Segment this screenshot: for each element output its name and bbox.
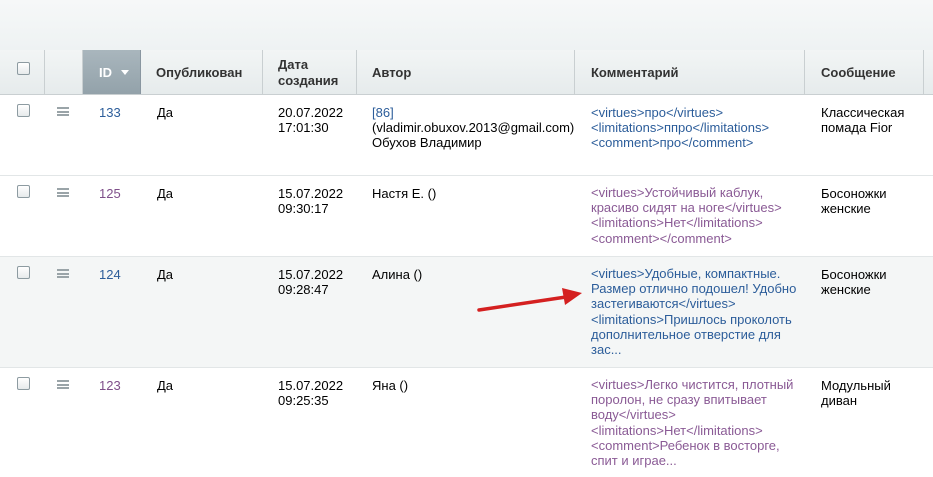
hamburger-menu-icon[interactable]	[57, 380, 69, 389]
row-author-name: Обухов Владимир	[372, 135, 482, 150]
table-row: 133 Да 20.07.2022 17:01:30 [86] (vladimi…	[0, 95, 933, 176]
column-header-comment[interactable]: Комментарий	[575, 50, 805, 94]
row-comment-link[interactable]: <virtues>Легко чистится, плотный поролон,…	[591, 377, 801, 468]
row-message: Модульный диван	[821, 378, 891, 408]
row-published: Да	[157, 186, 174, 201]
row-id-link[interactable]: 123	[99, 378, 121, 393]
row-date: 20.07.2022	[278, 105, 344, 120]
column-header-message-label: Сообщение	[821, 65, 896, 80]
column-header-published-label: Опубликован	[156, 65, 243, 80]
header-menu-cell	[45, 50, 83, 94]
row-author: Алина ()	[372, 267, 423, 282]
row-date: 15.07.2022	[278, 267, 344, 282]
row-published: Да	[157, 267, 174, 282]
hamburger-menu-icon[interactable]	[57, 188, 69, 197]
sort-desc-icon	[121, 70, 129, 75]
row-comment-link[interactable]: <virtues>Удобные, компактные. Размер отли…	[591, 266, 801, 357]
header-overflow-cell	[924, 50, 933, 94]
column-header-date[interactable]: Дата создания	[263, 50, 357, 94]
column-header-id-label: ID	[99, 65, 112, 80]
row-message: Босоножки женские	[821, 267, 887, 297]
table-row: 123 Да 15.07.2022 09:25:35 Яна () <virtu…	[0, 368, 933, 477]
row-checkbox[interactable]	[17, 104, 30, 117]
select-all-checkbox[interactable]	[17, 62, 30, 75]
column-header-author[interactable]: Автор	[357, 50, 575, 94]
toolbar	[0, 0, 933, 51]
table-header: ID Опубликован Дата создания Автор Комме…	[0, 50, 933, 95]
column-header-date-line2: создания	[278, 73, 339, 88]
row-date: 15.07.2022	[278, 378, 344, 393]
column-header-message[interactable]: Сообщение	[805, 50, 924, 94]
row-message: Классическая помада Fior	[821, 105, 905, 135]
column-header-published[interactable]: Опубликован	[141, 50, 263, 94]
column-header-date-line1: Дата	[278, 57, 309, 72]
row-checkbox[interactable]	[17, 266, 30, 279]
row-id-link[interactable]: 133	[99, 105, 121, 120]
row-message: Босоножки женские	[821, 186, 887, 216]
row-time: 09:25:35	[278, 393, 329, 408]
row-comment-link[interactable]: <virtues>Устойчивый каблук, красиво сидят…	[591, 185, 801, 246]
row-time: 17:01:30	[278, 120, 329, 135]
row-author: Настя Е. ()	[372, 186, 437, 201]
row-time: 09:28:47	[278, 282, 329, 297]
row-published: Да	[157, 378, 174, 393]
row-id-link[interactable]: 125	[99, 186, 121, 201]
header-select-cell	[0, 50, 45, 94]
column-header-comment-label: Комментарий	[591, 65, 679, 80]
column-header-id[interactable]: ID	[83, 50, 141, 94]
hamburger-menu-icon[interactable]	[57, 107, 69, 116]
row-author: Яна ()	[372, 378, 409, 393]
row-author-id-link[interactable]: [86]	[372, 105, 394, 120]
row-id-link[interactable]: 124	[99, 267, 121, 282]
row-author-email: (vladimir.obuxov.2013@gmail.com)	[372, 120, 575, 135]
column-header-author-label: Автор	[372, 65, 412, 80]
row-date: 15.07.2022	[278, 186, 344, 201]
hamburger-menu-icon[interactable]	[57, 269, 69, 278]
row-checkbox[interactable]	[17, 377, 30, 390]
row-time: 09:30:17	[278, 201, 329, 216]
table-row: 125 Да 15.07.2022 09:30:17 Настя Е. () <…	[0, 176, 933, 257]
table-row: 124 Да 15.07.2022 09:28:47 Алина () <vir…	[0, 257, 933, 368]
row-published: Да	[157, 105, 174, 120]
row-checkbox[interactable]	[17, 185, 30, 198]
row-comment-link[interactable]: <virtues>про</virtues> <limitations>ппро<…	[591, 105, 801, 151]
